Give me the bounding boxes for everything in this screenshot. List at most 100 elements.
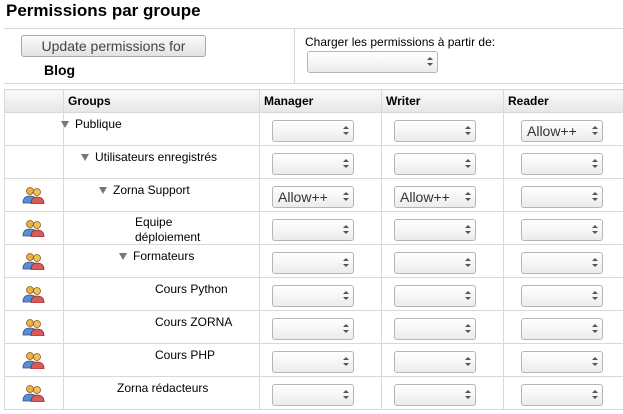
reader-permission-select[interactable] [521, 285, 603, 307]
updown-arrows-icon [464, 223, 471, 237]
writer-permission-select[interactable] [394, 351, 476, 373]
table-header-row: Groups Manager Writer Reader [4, 89, 623, 113]
reader-permission-select[interactable] [521, 153, 603, 175]
manager-cell [259, 277, 382, 311]
manager-permission-select[interactable] [272, 153, 354, 175]
updown-arrows-icon [591, 355, 598, 369]
row-icon-cell [4, 277, 64, 311]
users-icon [22, 219, 46, 238]
manager-cell [259, 343, 382, 377]
updown-arrows-icon [591, 388, 598, 402]
row-icon-cell [4, 211, 64, 245]
update-permissions-button[interactable]: Update permissions for [21, 35, 206, 57]
row-icon-cell [4, 310, 64, 344]
reader-cell [503, 178, 623, 212]
manager-cell: Allow++ [259, 178, 382, 212]
row-icon-cell [4, 376, 64, 410]
manager-permission-select[interactable]: Allow++ [272, 186, 354, 208]
page-title: Permissions par groupe [6, 1, 201, 20]
top-toolbar: Update permissions for Blog Charger les … [4, 28, 623, 84]
manager-permission-select[interactable] [272, 219, 354, 241]
group-name: Zorna Support [113, 183, 190, 197]
writer-permission-select[interactable] [394, 285, 476, 307]
group-name-cell: Cours Python [63, 277, 260, 311]
reader-cell [503, 277, 623, 311]
table-row: Utilisateurs enregistrés [4, 145, 623, 179]
manager-permission-select[interactable] [272, 351, 354, 373]
row-icon-cell [4, 145, 64, 179]
load-permissions-label: Charger les permissions à partir de: [305, 35, 496, 49]
updown-arrows-icon [591, 157, 598, 171]
group-label-wrap: Formateurs [119, 249, 256, 264]
reader-permission-select[interactable] [521, 186, 603, 208]
writer-permission-select[interactable] [394, 120, 476, 142]
triangle-down-icon[interactable] [119, 253, 127, 260]
updown-arrows-icon [464, 124, 471, 138]
updown-arrows-icon [464, 355, 471, 369]
group-label-wrap: Cours PHP [155, 348, 256, 363]
reader-cell [503, 343, 623, 377]
writer-cell [381, 211, 504, 245]
writer-permission-select[interactable] [394, 318, 476, 340]
permissions-table: Groups Manager Writer Reader Publique All… [4, 89, 623, 410]
reader-cell: Allow++ [503, 112, 623, 146]
reader-cell [503, 211, 623, 245]
updown-arrows-icon [342, 388, 349, 402]
header-icon [4, 89, 64, 113]
writer-permission-select[interactable] [394, 384, 476, 406]
group-label-wrap: Zorna rédacteurs [117, 381, 256, 396]
writer-cell [381, 343, 504, 377]
updown-arrows-icon [342, 289, 349, 303]
manager-permission-select[interactable] [272, 252, 354, 274]
manager-permission-select[interactable] [272, 285, 354, 307]
triangle-down-icon[interactable] [61, 121, 69, 128]
load-permissions-select[interactable] [307, 51, 438, 73]
group-name-cell: Zorna Support [63, 178, 260, 212]
group-name: Cours ZORNA [155, 315, 233, 329]
reader-permission-select[interactable] [521, 318, 603, 340]
reader-permission-select[interactable] [521, 384, 603, 406]
manager-cell [259, 310, 382, 344]
reader-permission-select[interactable] [521, 252, 603, 274]
writer-permission-select[interactable] [394, 219, 476, 241]
reader-permission-select[interactable] [521, 219, 603, 241]
manager-permission-select[interactable] [272, 318, 354, 340]
group-name: Formateurs [133, 249, 195, 263]
writer-cell: Allow++ [381, 178, 504, 212]
group-name: Publique [75, 117, 122, 131]
group-name: Cours Python [155, 282, 228, 296]
group-name-cell: Publique [61, 112, 260, 146]
updown-arrows-icon [342, 223, 349, 237]
writer-cell [381, 112, 504, 146]
manager-cell [259, 211, 382, 245]
table-row: Equipe déploiement [4, 211, 623, 245]
group-name: Utilisateurs enregistrés [95, 150, 218, 164]
manager-permission-select[interactable] [272, 384, 354, 406]
reader-cell [503, 244, 623, 278]
writer-permission-select[interactable] [394, 252, 476, 274]
triangle-down-icon[interactable] [99, 187, 107, 194]
table-row: Cours PHP [4, 343, 623, 377]
group-name-cell: Cours PHP [63, 343, 260, 377]
header-writer: Writer [381, 89, 504, 113]
triangle-down-icon[interactable] [81, 154, 89, 161]
users-icon [22, 285, 46, 304]
updown-arrows-icon [426, 55, 433, 69]
writer-permission-select[interactable] [394, 153, 476, 175]
group-label-wrap: Publique [61, 117, 256, 132]
updown-arrows-icon [342, 256, 349, 270]
table-row: Zorna Support Allow++ Allow++ [4, 178, 623, 212]
updown-arrows-icon [342, 157, 349, 171]
group-name-cell: Utilisateurs enregistrés [63, 145, 260, 179]
group-name-cell: Equipe déploiement [63, 211, 260, 245]
reader-permission-value: Allow++ [527, 123, 577, 139]
reader-permission-select[interactable] [521, 351, 603, 373]
group-label-wrap: Equipe déploiement [135, 215, 256, 245]
reader-permission-select[interactable]: Allow++ [521, 120, 603, 142]
row-icon-cell [4, 112, 64, 146]
users-icon [22, 252, 46, 271]
header-manager: Manager [259, 89, 382, 113]
writer-cell [381, 310, 504, 344]
manager-permission-select[interactable] [272, 120, 354, 142]
writer-permission-select[interactable]: Allow++ [394, 186, 476, 208]
